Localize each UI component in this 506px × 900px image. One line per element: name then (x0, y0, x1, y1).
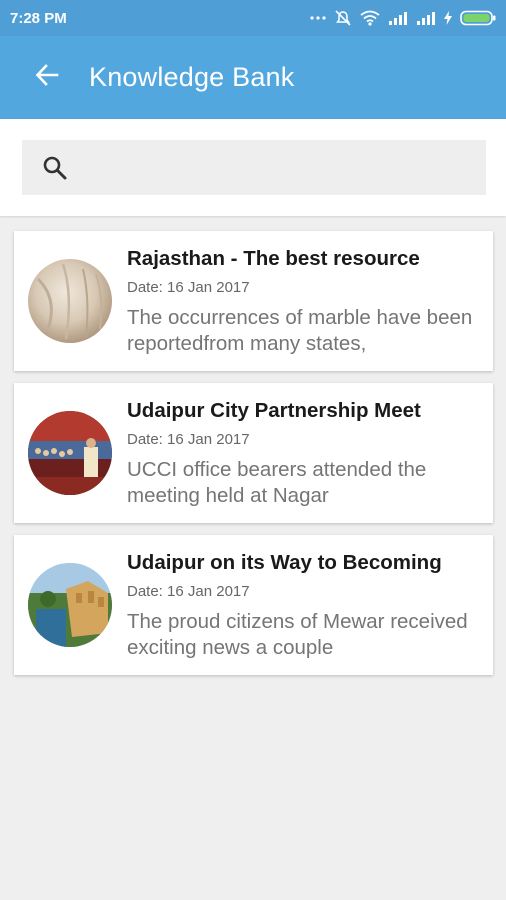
arrow-back-icon (34, 62, 60, 93)
wifi-icon (360, 10, 380, 26)
mute-icon (334, 9, 352, 27)
page-title: Knowledge Bank (89, 62, 295, 92)
article-thumbnail (28, 563, 112, 647)
article-description: UCCI office bearers attended the meeting… (127, 458, 427, 507)
signal-icon (388, 11, 408, 25)
article-description: The occurrences of marble have been repo… (127, 306, 473, 355)
status-icons (310, 9, 496, 27)
article-description: The proud citizens of Mewar received exc… (127, 610, 468, 659)
charging-icon (444, 11, 452, 25)
battery-icon (460, 10, 496, 26)
article-date: Date: 16 Jan 2017 (127, 279, 250, 296)
back-button[interactable] (30, 61, 64, 95)
article-title: Udaipur on its Way to Becoming (127, 551, 442, 574)
article-card[interactable]: Rajasthan - The best resource Date: 16 J… (14, 231, 493, 371)
article-card[interactable]: Udaipur on its Way to Becoming Date: 16 … (14, 535, 493, 675)
article-title: Udaipur City Partnership Meet (127, 399, 421, 422)
search-icon[interactable] (42, 155, 68, 181)
signal-icon (416, 11, 436, 25)
status-time: 7:28 PM (10, 9, 67, 27)
search-bar[interactable] (22, 140, 486, 195)
dots-icon (310, 15, 326, 21)
search-input[interactable] (82, 156, 466, 179)
article-thumbnail (28, 259, 112, 343)
app-bar: Knowledge Bank (0, 36, 506, 119)
article-date: Date: 16 Jan 2017 (127, 431, 250, 448)
article-card[interactable]: Udaipur City Partnership Meet Date: 16 J… (14, 383, 493, 523)
article-date: Date: 16 Jan 2017 (127, 583, 250, 600)
article-thumbnail (28, 411, 112, 495)
search-panel (0, 119, 506, 216)
status-bar: 7:28 PM (0, 0, 506, 36)
article-title: Rajasthan - The best resource (127, 247, 420, 270)
